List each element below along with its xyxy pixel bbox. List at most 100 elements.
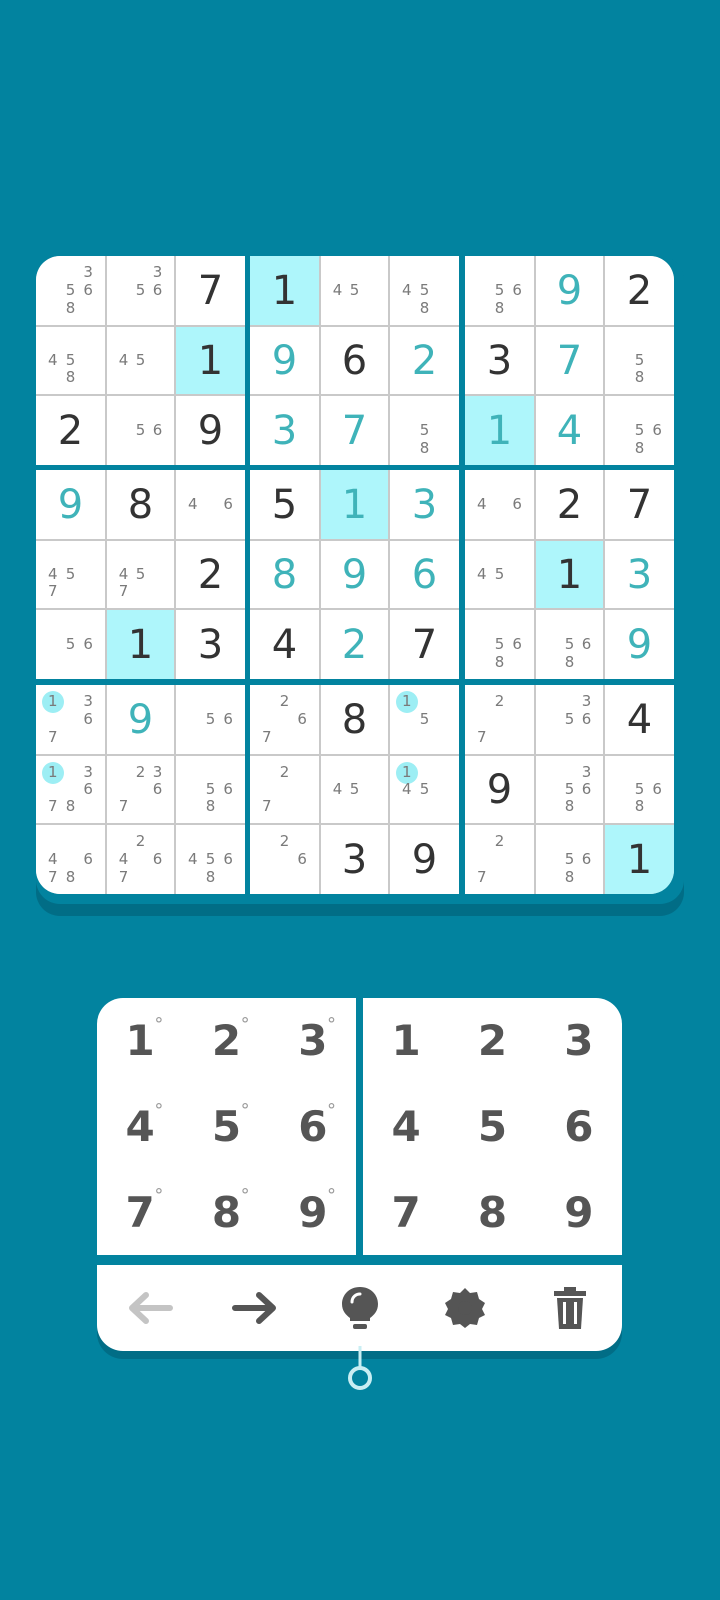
board-cell[interactable]: 46 bbox=[176, 470, 245, 539]
board-cell[interactable]: 7 bbox=[536, 327, 603, 394]
board-cell[interactable]: 9 bbox=[36, 470, 105, 539]
board-cell[interactable]: 568 bbox=[605, 396, 674, 465]
board-cell[interactable]: 15 bbox=[390, 685, 459, 754]
board-cell[interactable]: 1 bbox=[176, 327, 245, 394]
board-cell[interactable]: 4 bbox=[605, 685, 674, 754]
notes-key-2[interactable]: 2 ° bbox=[183, 998, 269, 1084]
board-cell[interactable]: 1 bbox=[250, 256, 319, 325]
board-cell[interactable]: 56 bbox=[176, 685, 245, 754]
notes-key-8[interactable]: 8 ° bbox=[183, 1169, 269, 1255]
board-cell[interactable]: 9 bbox=[390, 825, 459, 894]
undo-button[interactable] bbox=[120, 1278, 180, 1338]
board-cell[interactable]: 2 bbox=[176, 541, 245, 608]
board-cell[interactable]: 2 bbox=[390, 327, 459, 394]
board-cell[interactable]: 1 36 78 bbox=[36, 756, 105, 823]
notes-key-7[interactable]: 7 ° bbox=[97, 1169, 183, 1255]
board-cell[interactable]: 5 bbox=[250, 470, 319, 539]
settings-button[interactable] bbox=[435, 1278, 495, 1338]
value-key-1[interactable]: 1 bbox=[363, 998, 449, 1084]
board-cell[interactable]: 6 bbox=[390, 541, 459, 608]
board-cell[interactable]: 46 bbox=[465, 470, 534, 539]
notes-key-5[interactable]: 5 ° bbox=[183, 1084, 269, 1170]
board-cell[interactable]: 3 bbox=[465, 327, 534, 394]
board-cell[interactable]: 568 bbox=[536, 825, 603, 894]
board-cell[interactable]: 45 bbox=[465, 541, 534, 608]
hint-button[interactable] bbox=[330, 1278, 390, 1338]
notes-key-1[interactable]: 1 ° bbox=[97, 998, 183, 1084]
board-cell[interactable]: 458 bbox=[36, 327, 105, 394]
board-cell[interactable]: 4 6 78 bbox=[36, 825, 105, 894]
board-cell[interactable]: 7 bbox=[176, 256, 245, 325]
board-cell[interactable]: 8 bbox=[250, 541, 319, 608]
board-cell[interactable]: 3568 bbox=[36, 256, 105, 325]
board-cell[interactable]: 2 bbox=[605, 256, 674, 325]
board-cell[interactable]: 45 bbox=[321, 256, 388, 325]
board-cell[interactable]: 9 bbox=[250, 327, 319, 394]
value-key-6[interactable]: 6 bbox=[536, 1084, 622, 1170]
board-cell[interactable]: 356 bbox=[536, 685, 603, 754]
board-cell[interactable]: 568 bbox=[605, 756, 674, 823]
board-cell[interactable]: 458 bbox=[390, 256, 459, 325]
notes-key-3[interactable]: 3 ° bbox=[270, 998, 356, 1084]
board-cell[interactable]: 9 bbox=[107, 685, 174, 754]
board-cell[interactable]: 56 bbox=[107, 396, 174, 465]
board-cell[interactable]: 1 bbox=[107, 610, 174, 679]
notes-key-9[interactable]: 9 ° bbox=[270, 1169, 356, 1255]
board-cell[interactable]: 8 bbox=[321, 685, 388, 754]
board-cell[interactable]: 1 bbox=[465, 396, 534, 465]
board-cell[interactable]: 457 bbox=[107, 541, 174, 608]
redo-button[interactable] bbox=[225, 1278, 285, 1338]
board-cell[interactable]: 4 bbox=[536, 396, 603, 465]
board-cell[interactable]: 45 bbox=[321, 756, 388, 823]
board-cell[interactable]: 26 bbox=[250, 825, 319, 894]
board-cell[interactable]: 236 7 bbox=[107, 756, 174, 823]
notes-key-4[interactable]: 4 ° bbox=[97, 1084, 183, 1170]
value-key-9[interactable]: 9 bbox=[536, 1169, 622, 1255]
board-cell[interactable]: 1 bbox=[536, 541, 603, 608]
board-cell[interactable]: 56 bbox=[36, 610, 105, 679]
board-cell[interactable]: 3 bbox=[176, 610, 245, 679]
board-cell[interactable]: 356 bbox=[107, 256, 174, 325]
board-cell[interactable]: 4 bbox=[250, 610, 319, 679]
value-key-8[interactable]: 8 bbox=[449, 1169, 535, 1255]
board-cell[interactable]: 9 bbox=[605, 610, 674, 679]
board-cell[interactable]: 2 bbox=[36, 396, 105, 465]
value-key-5[interactable]: 5 bbox=[449, 1084, 535, 1170]
board-cell[interactable]: 6 bbox=[321, 327, 388, 394]
board-cell[interactable]: 27 bbox=[465, 825, 534, 894]
board-cell[interactable]: 457 bbox=[36, 541, 105, 608]
board-cell[interactable]: 4568 bbox=[176, 825, 245, 894]
value-key-4[interactable]: 4 bbox=[363, 1084, 449, 1170]
board-cell[interactable]: 24 6 7 bbox=[107, 825, 174, 894]
board-cell[interactable]: 2 bbox=[321, 610, 388, 679]
board-cell[interactable]: 58 bbox=[390, 396, 459, 465]
value-key-7[interactable]: 7 bbox=[363, 1169, 449, 1255]
board-cell[interactable]: 568 bbox=[465, 610, 534, 679]
board-cell[interactable]: 58 bbox=[605, 327, 674, 394]
board-cell[interactable]: 26 7 bbox=[250, 685, 319, 754]
board-cell[interactable]: 27 bbox=[250, 756, 319, 823]
board-cell[interactable]: 9 bbox=[465, 756, 534, 823]
board-cell[interactable]: 3 bbox=[250, 396, 319, 465]
board-cell[interactable]: 7 bbox=[390, 610, 459, 679]
delete-button[interactable] bbox=[540, 1278, 600, 1338]
board-cell[interactable]: 27 bbox=[465, 685, 534, 754]
board-cell[interactable]: 568 bbox=[536, 610, 603, 679]
notes-key-6[interactable]: 6 ° bbox=[270, 1084, 356, 1170]
value-key-3[interactable]: 3 bbox=[536, 998, 622, 1084]
board-cell[interactable]: 9 bbox=[176, 396, 245, 465]
board-cell[interactable]: 1 36 7 bbox=[36, 685, 105, 754]
board-cell[interactable]: 45 bbox=[107, 327, 174, 394]
board-cell[interactable]: 3 bbox=[390, 470, 459, 539]
board-cell[interactable]: 7 bbox=[605, 470, 674, 539]
board-cell[interactable]: 7 bbox=[321, 396, 388, 465]
board-cell[interactable]: 568 bbox=[465, 256, 534, 325]
board-cell[interactable]: 1 bbox=[605, 825, 674, 894]
board-cell[interactable]: 2 bbox=[536, 470, 603, 539]
board-cell[interactable]: 1 bbox=[321, 470, 388, 539]
board-cell[interactable]: 9 bbox=[321, 541, 388, 608]
board-cell[interactable]: 8 bbox=[107, 470, 174, 539]
board-cell[interactable]: 568 bbox=[176, 756, 245, 823]
board-cell[interactable]: 3568 bbox=[536, 756, 603, 823]
value-key-2[interactable]: 2 bbox=[449, 998, 535, 1084]
